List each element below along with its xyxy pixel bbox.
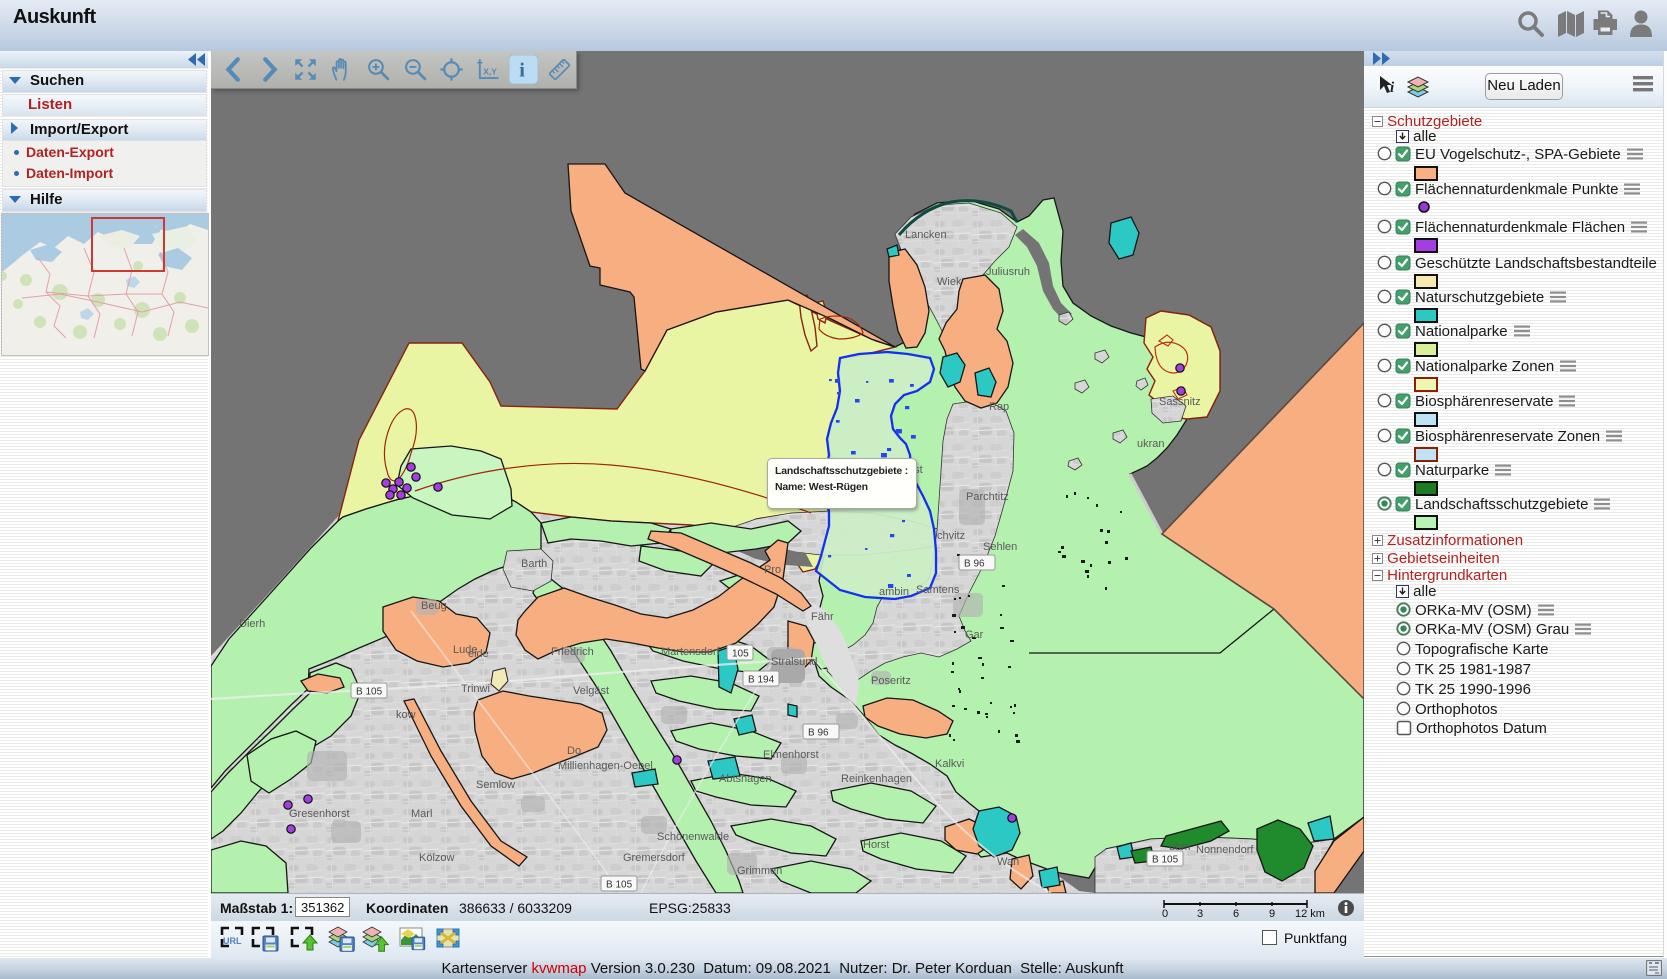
svg-text:URL: URL [223,936,242,946]
svg-text:B 96: B 96 [808,728,829,739]
svg-text:Millienhagen-Oebel: Millienhagen-Oebel [558,760,653,772]
svg-text:Gremersdorf: Gremersdorf [623,852,686,864]
svg-text:chvitz: chvitz [937,530,965,542]
svg-text:0: 0 [1162,908,1168,918]
svg-text:Reinkenhagen: Reinkenhagen [841,773,912,785]
svg-text:Pro: Pro [764,564,781,576]
svg-text:Friedrich: Friedrich [551,646,594,658]
svg-text:Gresenhorst: Gresenhorst [289,808,350,820]
svg-text:Abtshagen: Abtshagen [719,773,772,785]
svg-text:105: 105 [732,649,749,660]
svg-text:Marl: Marl [411,808,432,820]
svg-text:Juliusruh: Juliusruh [986,266,1030,278]
svg-text:Fähr: Fähr [811,611,834,623]
svg-text:Barth: Barth [521,558,547,570]
svg-text:12 km: 12 km [1295,908,1325,918]
svg-text:Wiek: Wiek [937,276,962,288]
svg-text:B 105: B 105 [356,687,383,698]
svg-text:3: 3 [1197,908,1203,918]
svg-text:B 96: B 96 [964,559,985,570]
svg-text:Velgäst: Velgäst [573,685,609,697]
svg-text:Lancken: Lancken [905,229,947,241]
svg-text:i: i [519,59,525,81]
svg-text:Semlow: Semlow [476,779,515,791]
svg-text:Parchtitz: Parchtitz [966,491,1009,503]
svg-text:ambin: ambin [879,586,909,598]
svg-text:Beug: Beug [421,600,447,612]
svg-text:kow: kow [396,709,416,721]
svg-text:Kalkvi: Kalkvi [935,758,964,770]
svg-text:Schönenwalde: Schönenwalde [657,831,729,843]
svg-text:Sassnitz: Sassnitz [1159,396,1201,408]
svg-text:Lude: Lude [453,644,477,656]
svg-text:Grimmen: Grimmen [737,865,782,877]
svg-text:9: 9 [1269,908,1275,918]
svg-text:Dierh: Dierh [239,618,265,630]
svg-text:Nonnendorf: Nonnendorf [1196,844,1254,856]
svg-text:Samtens: Samtens [916,584,960,596]
svg-text:B 105: B 105 [606,880,633,891]
svg-text:X,Y: X,Y [483,67,497,77]
svg-text:Rap: Rap [989,401,1009,413]
svg-text:Stralsund: Stralsund [771,656,817,668]
svg-text:Poseritz: Poseritz [871,675,911,687]
svg-text:Kölzow: Kölzow [419,852,455,864]
svg-text:Trinwi: Trinwi [461,683,490,695]
svg-text:Wan: Wan [997,856,1019,868]
svg-text:B 194: B 194 [748,675,775,686]
svg-text:Horst: Horst [863,839,889,851]
svg-text:i: i [1390,80,1395,96]
svg-text:Sehlen: Sehlen [983,541,1017,553]
svg-text:6: 6 [1233,908,1239,918]
svg-text:Do: Do [567,745,581,757]
svg-text:B 105: B 105 [1152,855,1179,866]
svg-text:Elmenhorst: Elmenhorst [763,749,819,761]
svg-text:Gar: Gar [965,629,984,641]
svg-text:Martensdorf: Martensdorf [661,646,721,658]
svg-text:ukran: ukran [1137,438,1165,450]
